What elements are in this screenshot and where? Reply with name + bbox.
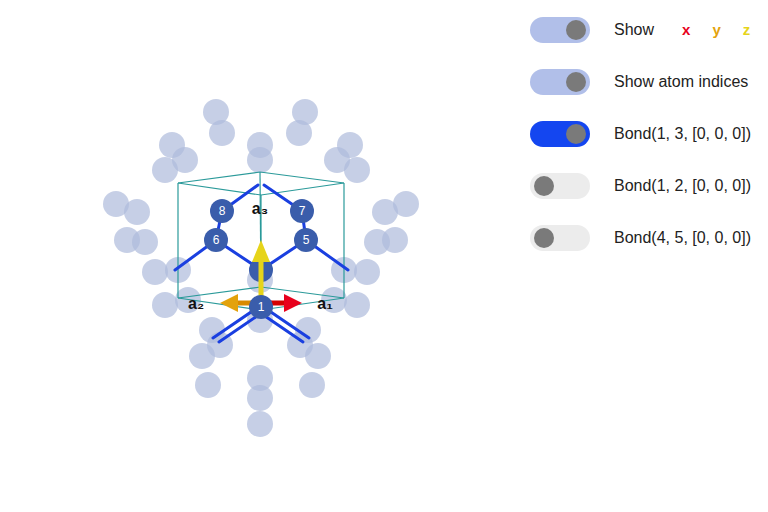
toggle-label: Show [614,18,654,42]
toggle-knob[interactable] [566,124,586,144]
toggle-switch[interactable] [530,173,590,199]
control-row: Show atom indices [530,69,751,95]
cell-vector-label: a₁ [317,295,333,312]
control-row: Bond(4, 5, [0, 0, 0]) [530,225,751,251]
atom-index: 1 [258,300,265,314]
toggle-switch[interactable] [530,225,590,251]
atom[interactable]: 7 [290,199,314,223]
toggle-knob[interactable] [534,228,554,248]
unit-cell [178,172,344,310]
control-row: Bond(1, 2, [0, 0, 0]) [530,173,751,199]
atom[interactable]: 1 [249,295,273,319]
toggle-switch[interactable] [530,121,590,147]
bonds [175,185,348,342]
axis-label: z [743,19,751,42]
atom[interactable]: 6 [204,228,228,252]
atom-index: 5 [303,233,310,247]
atom[interactable]: 8 [210,199,234,223]
cell-vector-label: a₂ [188,295,204,312]
atom-index: 8 [219,204,226,218]
toggle-switch[interactable] [530,69,590,95]
toggle-label: Bond(4, 5, [0, 0, 0]) [614,226,751,250]
toggle-switch[interactable] [530,17,590,43]
control-row: Show xyz [530,17,751,43]
axis-label: x [682,19,690,42]
toggle-knob[interactable] [566,20,586,40]
toggle-label: Bond(1, 2, [0, 0, 0]) [614,174,751,198]
structure-viewer[interactable]: 8 7 6 5 1 a₁ a₂ a₃ [0,0,520,512]
axis-label: y [712,19,720,42]
atom-index: 6 [213,233,220,247]
atom[interactable]: 5 [294,228,318,252]
toggle-label: Show atom indices [614,70,748,94]
toggle-knob[interactable] [566,72,586,92]
control-panel: Show xyz Show atom indices Bond(1, 3, [0, 0… [520,0,751,512]
cell-vector-label: a₃ [252,200,268,217]
control-row: Bond(1, 3, [0, 0, 0]) [530,121,751,147]
toggle-knob[interactable] [534,176,554,196]
periodic-images [103,99,419,437]
structure-canvas[interactable]: 8 7 6 5 1 a₁ a₂ a₃ [0,0,520,512]
atom-index: 7 [299,204,306,218]
toggle-label: Bond(1, 3, [0, 0, 0]) [614,122,751,146]
